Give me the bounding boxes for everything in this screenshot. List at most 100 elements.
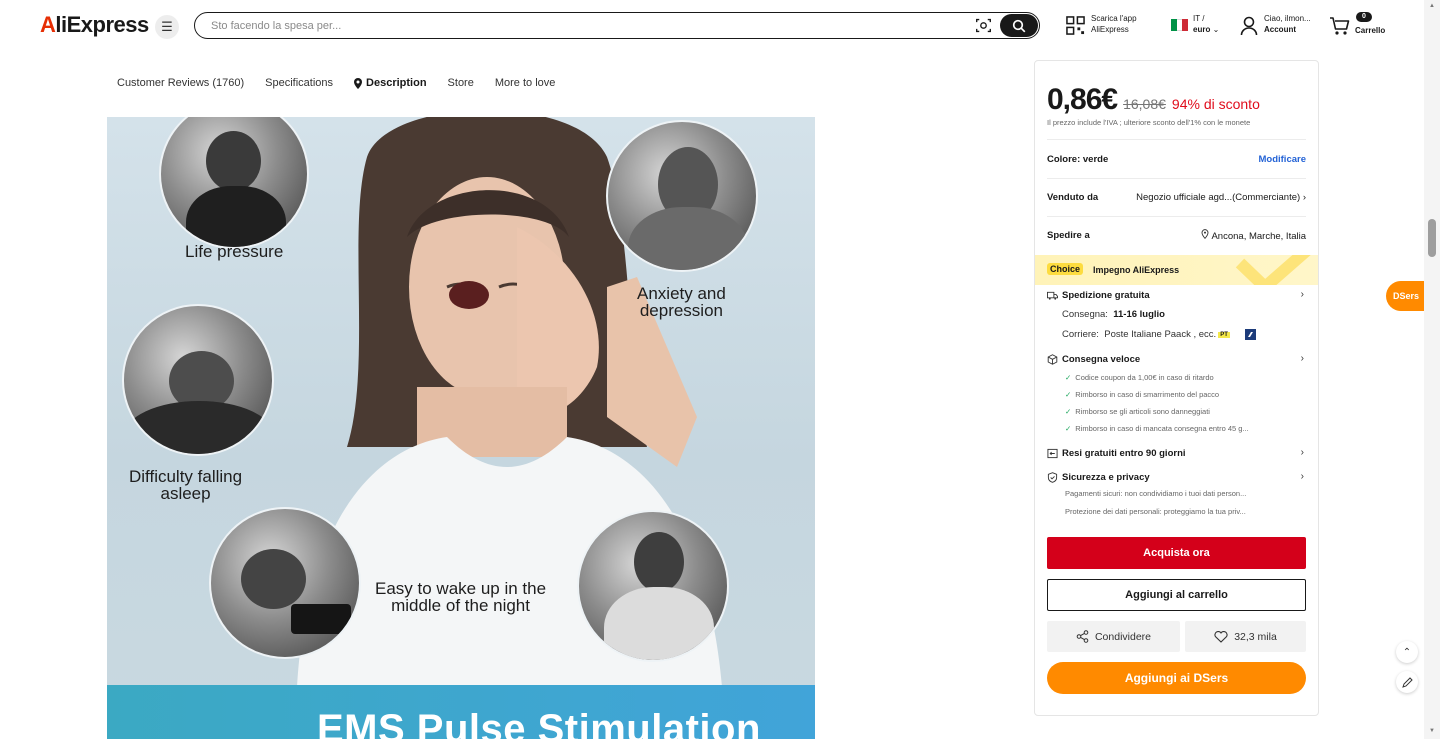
security-privacy-title[interactable]: Sicurezza e privacy [1047, 472, 1150, 483]
cart-icon[interactable] [1329, 16, 1351, 36]
vat-note: Il prezzo include l'IVA ; ulteriore scon… [1047, 118, 1251, 127]
guarantee-item: ✓ Codice coupon da 1,00€ in caso di ritar… [1065, 373, 1214, 382]
page-scrollbar[interactable]: ▲ ▼ [1424, 0, 1440, 739]
purchase-panel: 0,86€ 16,08€ 94% di sconto Il prezzo inc… [1034, 60, 1319, 716]
cart-label[interactable]: Carrello [1355, 25, 1385, 36]
search-icon [1012, 19, 1026, 32]
color-label: Colore: verde [1047, 154, 1109, 165]
color-row: Colore: verde Modificare [1047, 154, 1306, 165]
account-greeting: Ciao, ilmon... [1264, 14, 1311, 23]
chevron-right-icon: › [1302, 192, 1306, 203]
chevron-right-icon[interactable]: › [1301, 471, 1304, 482]
security-note: Pagamenti sicuri: non condividiamo i tuo… [1065, 489, 1247, 498]
search-input[interactable] [211, 17, 951, 34]
carrier-label: Corriere: [1062, 329, 1099, 341]
aliexpress-logo[interactable]: AliExpress [40, 12, 149, 38]
tab-description[interactable]: Description [354, 77, 427, 89]
guarantee-text: Rimborso in caso di smarrimento del pacc… [1075, 390, 1220, 399]
italy-flag-icon [1171, 19, 1189, 31]
delivery-date: 11-16 luglio [1113, 309, 1165, 320]
location-pin-icon [1201, 229, 1209, 240]
language-currency-selector[interactable]: IT / euro ⌄ [1193, 13, 1219, 35]
shield-icon [1047, 472, 1058, 483]
image-search-icon[interactable] [975, 17, 992, 34]
free-shipping-title[interactable]: Spedizione gratuita [1047, 290, 1150, 301]
chevron-right-icon[interactable]: › [1301, 447, 1304, 458]
menu-icon[interactable]: ☰ [155, 15, 179, 39]
cart-count-badge: 0 [1356, 12, 1372, 22]
security-note: Protezione dei dati personali: proteggia… [1065, 507, 1246, 516]
tab-label: Store [447, 77, 474, 89]
wishlist-button[interactable]: 32,3 mila [1185, 621, 1306, 652]
guarantee-item: ✓ Rimborso se gli articoli sono danneggia… [1065, 407, 1210, 416]
account-menu[interactable]: Ciao, ilmon... Account [1264, 13, 1311, 35]
tab-store[interactable]: Store [448, 77, 474, 89]
chevron-right-icon[interactable]: › [1301, 353, 1304, 364]
fast-delivery-title[interactable]: Consegna veloce [1047, 354, 1140, 365]
qr-code-icon[interactable] [1066, 16, 1085, 35]
sitting-woman-photo [577, 510, 729, 662]
paack-logo-icon [1244, 329, 1256, 340]
guarantee-text: Codice coupon da 1,00€ in caso di ritard… [1075, 373, 1214, 382]
waking-up-photo [209, 507, 361, 659]
product-tabs: Customer Reviews (1760) Specifications D… [117, 77, 555, 89]
feature-banner: EMS Pulse Stimulation [107, 685, 815, 739]
ship-to-location: Ancona, Marche, Italia [1211, 231, 1306, 242]
delivery-date-row: Consegna: 11-16 luglio [1062, 309, 1165, 320]
scroll-up-arrow-icon[interactable]: ▲ [1428, 3, 1436, 9]
caption-anxiety-line1: Anxiety and [637, 284, 726, 303]
buy-now-button[interactable]: Acquista ora [1047, 537, 1306, 569]
add-to-dsers-button[interactable]: Aggiungi ai DSers [1047, 662, 1306, 694]
scroll-down-arrow-icon[interactable]: ▼ [1428, 728, 1436, 734]
tab-more-to-love[interactable]: More to love [495, 77, 556, 89]
language-label: IT / [1193, 14, 1205, 23]
tab-label: Description [366, 77, 427, 89]
caption-anxiety-line2: depression [639, 301, 723, 320]
choice-badge: Choice [1047, 263, 1084, 275]
seller-row[interactable]: Venduto da Negozio ufficiale agd...(Comm… [1047, 192, 1306, 203]
carrier-row: Corriere: Poste Italiane Paack , ecc. PT [1062, 329, 1256, 340]
user-icon[interactable] [1240, 16, 1258, 36]
wishlist-count: 32,3 mila [1234, 630, 1277, 643]
free-returns-title[interactable]: Resi gratuiti entro 90 giorni [1047, 448, 1186, 459]
account-label: Account [1264, 25, 1296, 34]
discount-label: 94% di sconto [1171, 96, 1260, 112]
guarantee-item: ✓ Rimborso in caso di smarrimento del pac… [1065, 390, 1219, 399]
caption-anxiety: Anxiety and depression [637, 285, 726, 319]
security-privacy-label: Sicurezza e privacy [1062, 472, 1150, 483]
tab-specifications[interactable]: Specifications [265, 77, 333, 89]
edit-color-link[interactable]: Modificare [1258, 154, 1306, 165]
seller-label: Venduto da [1047, 192, 1099, 203]
check-icon: ✓ [1065, 424, 1072, 433]
original-price: 16,08€ [1123, 96, 1166, 112]
ship-to-row[interactable]: Spedire a Ancona, Marche, Italia [1047, 229, 1306, 242]
scroll-to-top-button[interactable]: ⌃ [1396, 641, 1418, 663]
package-icon [1047, 354, 1058, 365]
divider [1047, 139, 1306, 140]
download-app-link[interactable]: Scarica l'app AliExpress [1091, 13, 1137, 35]
share-label: Condividere [1094, 630, 1152, 643]
tab-customer-reviews[interactable]: Customer Reviews (1760) [117, 77, 244, 89]
tab-label: Specifications [265, 77, 334, 89]
chevron-down-icon: ⌄ [1212, 25, 1220, 34]
add-to-cart-button[interactable]: Aggiungi al carrello [1047, 579, 1306, 611]
share-button[interactable]: Condividere [1047, 621, 1180, 652]
pencil-icon [1401, 676, 1413, 688]
scrollbar-thumb[interactable] [1428, 219, 1436, 257]
truck-icon [1047, 291, 1058, 300]
divider [1047, 216, 1306, 217]
search-button[interactable] [1000, 14, 1038, 37]
edit-feedback-button[interactable] [1396, 671, 1418, 693]
product-description-image: Life pressure Anxiety and depression Dif… [107, 117, 815, 739]
choice-banner[interactable]: Choice Impegno AliExpress [1035, 255, 1318, 285]
dsers-side-tab[interactable]: DSers [1386, 281, 1426, 311]
current-price: 0,86€ [1047, 83, 1118, 116]
carrier-name: Poste Italiane Paack , ecc. [1104, 329, 1217, 341]
free-shipping-label: Spedizione gratuita [1062, 290, 1150, 301]
returns-icon [1047, 448, 1058, 459]
chevron-right-icon[interactable]: › [1301, 289, 1304, 300]
choice-commitment-text: Impegno AliExpress [1093, 265, 1180, 275]
caption-life-pressure: Life pressure [185, 242, 284, 261]
difficulty-sleeping-photo [122, 304, 274, 456]
heart-icon [1214, 630, 1228, 643]
